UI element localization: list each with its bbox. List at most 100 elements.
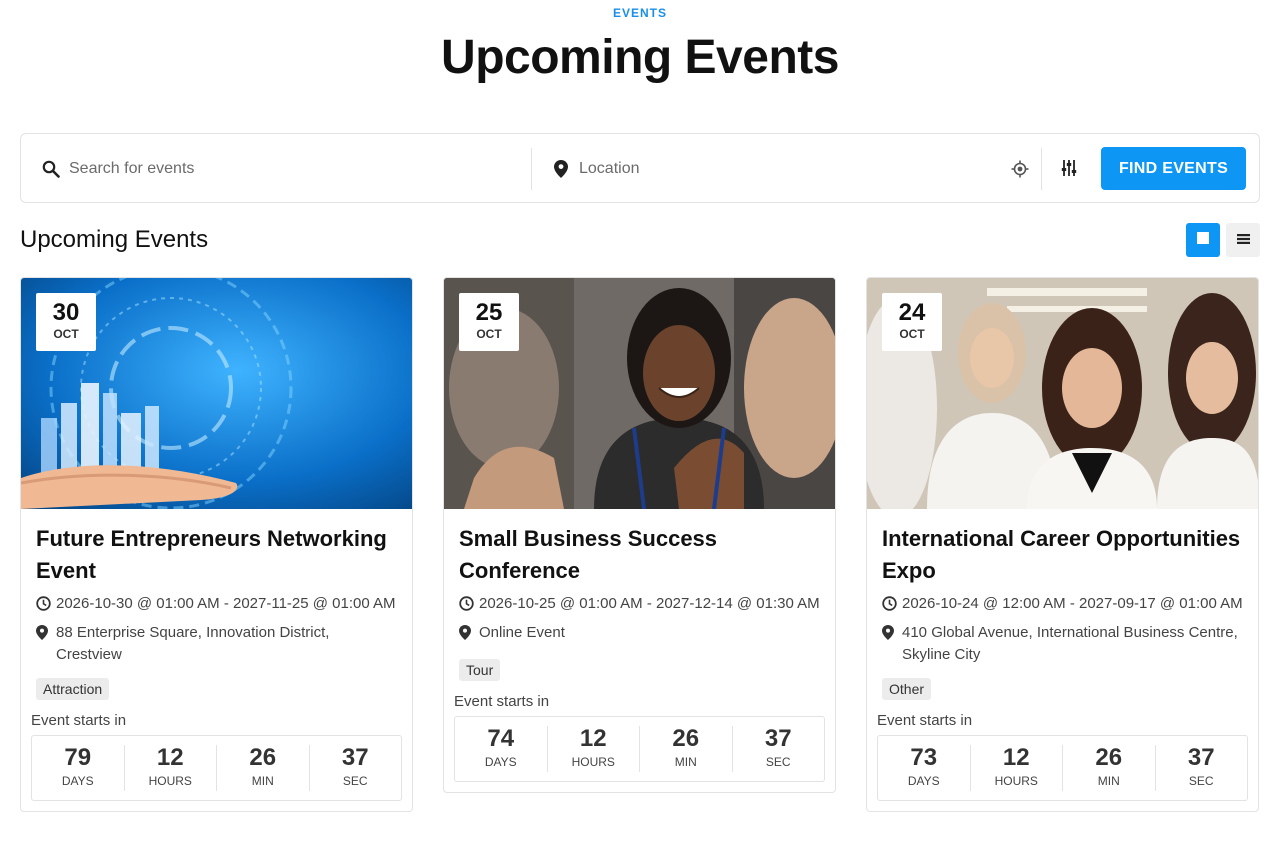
countdown: 73 DAYS 12 HOURS 26 MIN 37 SEC	[877, 735, 1248, 801]
search-bar: FIND EVENTS	[20, 133, 1260, 203]
event-image[interactable]: 30 OCT	[21, 278, 412, 509]
search-field	[41, 148, 531, 190]
date-month: OCT	[53, 327, 79, 341]
countdown-days-unit: DAYS	[61, 774, 94, 788]
countdown-sec-unit: SEC	[342, 774, 368, 788]
countdown-hours-unit: HOURS	[994, 774, 1038, 788]
event-title[interactable]: Future Entrepreneurs Networking Event	[31, 523, 402, 587]
search-divider	[531, 148, 532, 190]
event-location-text: 88 Enterprise Square, Innovation Distric…	[56, 624, 330, 663]
countdown-label: Event starts in	[877, 712, 973, 729]
countdown-sec: 37 SEC	[310, 745, 402, 791]
search-icon	[41, 159, 61, 179]
event-location-text: 410 Global Avenue, International Busines…	[902, 624, 1238, 663]
clock-icon	[36, 593, 56, 618]
countdown-hours: 12 HOURS	[125, 744, 217, 791]
date-badge: 30 OCT	[36, 293, 96, 351]
location-input[interactable]	[579, 160, 999, 178]
event-location: 410 Global Avenue, International Busines…	[877, 622, 1248, 666]
event-title[interactable]: Small Business Success Conference	[454, 523, 825, 587]
countdown-sec-value: 37	[341, 744, 369, 771]
countdown-sec-unit: SEC	[765, 755, 791, 769]
countdown-label: Event starts in	[31, 712, 127, 729]
countdown-hours-value: 12	[156, 744, 184, 771]
countdown: 74 DAYS 12 HOURS 26 MIN 37 SEC	[454, 716, 825, 782]
date-day: 24	[898, 299, 926, 326]
countdown-days-value: 79	[64, 744, 92, 771]
countdown-min: 26 MIN	[640, 726, 733, 772]
countdown-min-unit: MIN	[251, 774, 274, 788]
section-kicker: EVENTS	[612, 6, 667, 20]
map-pin-icon	[551, 159, 571, 179]
map-pin-icon	[882, 622, 902, 647]
event-datetime: 2026-10-25 @ 01:00 AM - 2027-12-14 @ 01:…	[454, 593, 825, 618]
list-view-icon	[1236, 231, 1250, 249]
event-datetime: 2026-10-30 @ 01:00 AM - 2027-11-25 @ 01:…	[31, 593, 402, 618]
countdown-days-value: 73	[910, 744, 938, 771]
grid-view-button[interactable]	[1186, 223, 1220, 257]
countdown-min-value: 26	[249, 744, 277, 771]
page-title: Upcoming Events	[441, 31, 839, 84]
map-pin-icon	[36, 622, 56, 647]
countdown-sec-value: 37	[764, 725, 792, 752]
countdown-hours-value: 12	[579, 725, 607, 752]
locate-me-icon[interactable]	[1009, 158, 1031, 180]
countdown-days-value: 74	[487, 725, 515, 752]
location-field	[551, 148, 1031, 190]
clock-icon	[459, 593, 479, 618]
event-location: 88 Enterprise Square, Innovation Distric…	[31, 622, 402, 666]
countdown-min: 26 MIN	[1063, 745, 1156, 791]
event-location: Online Event	[454, 622, 825, 647]
date-badge: 25 OCT	[459, 293, 519, 351]
countdown-min-value: 26	[672, 725, 700, 752]
find-events-button[interactable]: FIND EVENTS	[1101, 147, 1246, 190]
event-title[interactable]: International Career Opportunities Expo	[877, 523, 1248, 587]
event-datetime-text: 2026-10-25 @ 01:00 AM - 2027-12-14 @ 01:…	[479, 595, 820, 612]
countdown: 79 DAYS 12 HOURS 26 MIN 37 SEC	[31, 735, 402, 801]
countdown-days: 79 DAYS	[32, 745, 125, 791]
date-day: 25	[475, 299, 503, 326]
date-badge: 24 OCT	[882, 293, 942, 351]
countdown-sec-unit: SEC	[1188, 774, 1214, 788]
event-card[interactable]: 30 OCT Future Entrepreneurs Networking E…	[20, 277, 413, 812]
countdown-days-unit: DAYS	[484, 755, 517, 769]
event-category-tag[interactable]: Other	[882, 678, 932, 700]
date-month: OCT	[899, 327, 925, 341]
countdown-sec: 37 SEC	[1156, 745, 1248, 791]
countdown-min: 26 MIN	[217, 745, 310, 791]
search-input[interactable]	[69, 160, 489, 178]
event-image[interactable]: 24 OCT	[867, 278, 1258, 509]
event-image[interactable]: 25 OCT	[444, 278, 835, 509]
section-title: Upcoming Events	[20, 226, 209, 253]
event-card[interactable]: 25 OCT Small Business Success Conference…	[443, 277, 836, 793]
map-pin-icon	[459, 622, 479, 647]
date-month: OCT	[476, 327, 502, 341]
countdown-sec-value: 37	[1187, 744, 1215, 771]
list-view-button[interactable]	[1226, 223, 1260, 257]
countdown-days: 74 DAYS	[455, 726, 548, 772]
countdown-hours-value: 12	[1002, 744, 1030, 771]
countdown-label: Event starts in	[454, 693, 550, 710]
event-location-text: Online Event	[479, 624, 565, 641]
filter-sliders-icon[interactable]	[1057, 156, 1081, 180]
event-category-tag[interactable]: Tour	[459, 659, 501, 681]
event-datetime-text: 2026-10-24 @ 12:00 AM - 2027-09-17 @ 01:…	[902, 595, 1243, 612]
clock-icon	[882, 593, 902, 618]
countdown-days: 73 DAYS	[878, 745, 971, 791]
countdown-hours: 12 HOURS	[548, 725, 640, 772]
grid-view-icon	[1197, 231, 1209, 249]
countdown-hours: 12 HOURS	[971, 744, 1063, 791]
event-datetime: 2026-10-24 @ 12:00 AM - 2027-09-17 @ 01:…	[877, 593, 1248, 618]
date-day: 30	[52, 299, 80, 326]
countdown-days-unit: DAYS	[907, 774, 940, 788]
event-datetime-text: 2026-10-30 @ 01:00 AM - 2027-11-25 @ 01:…	[56, 595, 396, 612]
countdown-min-value: 26	[1095, 744, 1123, 771]
countdown-min-unit: MIN	[674, 755, 697, 769]
countdown-sec: 37 SEC	[733, 726, 825, 772]
countdown-min-unit: MIN	[1097, 774, 1120, 788]
filter-divider	[1041, 148, 1042, 190]
countdown-hours-unit: HOURS	[148, 774, 192, 788]
event-category-tag[interactable]: Attraction	[36, 678, 110, 700]
countdown-hours-unit: HOURS	[571, 755, 615, 769]
event-card[interactable]: 24 OCT International Career Opportunitie…	[866, 277, 1259, 812]
